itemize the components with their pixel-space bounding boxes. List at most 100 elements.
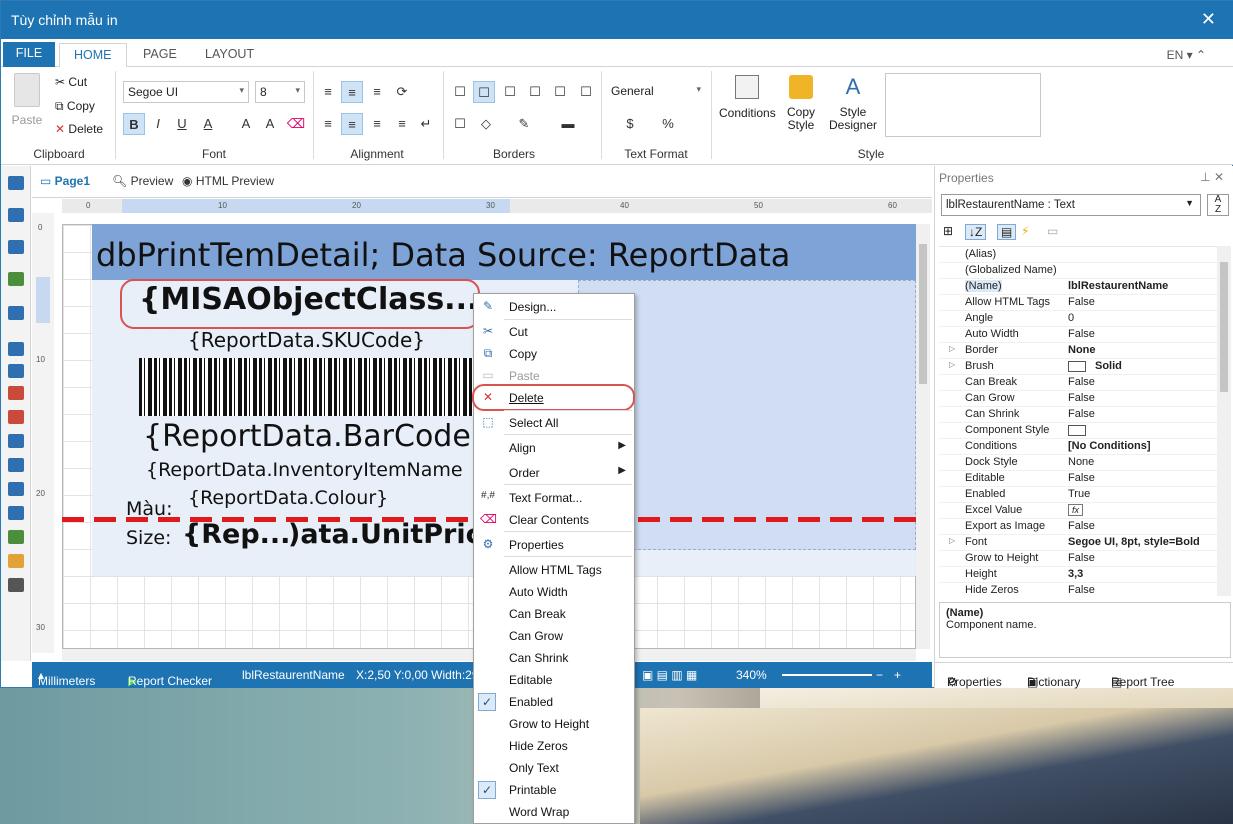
text-box-icon[interactable]: [8, 364, 24, 378]
property-value[interactable]: False: [1068, 408, 1095, 420]
component-select[interactable]: lblRestaurentName : Text ▼: [941, 194, 1201, 216]
property-row[interactable]: Auto Width False: [939, 327, 1217, 343]
font-color-button[interactable]: A: [197, 113, 219, 135]
eraser-icon[interactable]: ⌫: [285, 113, 307, 135]
word-wrap-icon[interactable]: ↵: [415, 113, 437, 135]
italic-button[interactable]: I: [147, 113, 169, 135]
events-icon[interactable]: ⚡: [1021, 224, 1029, 238]
align-center-icon[interactable]: ≡: [341, 113, 363, 135]
menu-item-editable[interactable]: Editable: [474, 669, 634, 691]
font-family-select[interactable]: Segoe UI ▾: [123, 81, 249, 103]
zoom-slider[interactable]: [782, 674, 872, 676]
property-value[interactable]: False: [1068, 376, 1095, 388]
border-all-icon[interactable]: ☐: [449, 81, 471, 103]
chart-icon[interactable]: [8, 554, 24, 568]
menu-item-printable[interactable]: ✓ Printable: [474, 779, 634, 801]
property-value[interactable]: False: [1068, 584, 1095, 596]
border-outside-icon[interactable]: ☐: [473, 81, 495, 103]
property-value[interactable]: False: [1068, 472, 1095, 484]
property-value[interactable]: None: [1068, 456, 1094, 468]
delete-button[interactable]: ✕ Delete: [55, 122, 103, 136]
shrink-font-button[interactable]: A: [259, 113, 281, 135]
property-value[interactable]: False: [1068, 392, 1095, 404]
conditions-button[interactable]: Conditions: [719, 75, 776, 120]
bold-button[interactable]: B: [123, 113, 145, 135]
alphabetical-icon[interactable]: ↓Z: [965, 224, 987, 240]
menu-item-select-all[interactable]: ⬚ Select All: [474, 412, 634, 434]
menu-item-text-format[interactable]: #,# Text Format...: [474, 487, 634, 509]
sub-report-icon[interactable]: [8, 482, 24, 496]
border-color-icon[interactable]: ✎: [513, 113, 535, 135]
border-none-icon[interactable]: ☐: [449, 113, 471, 135]
tab-page1[interactable]: ▭ Page1: [40, 174, 90, 188]
tab-html-preview[interactable]: ◉ HTML Preview: [182, 174, 274, 188]
rich-text-icon[interactable]: [8, 386, 24, 400]
menu-item-hide-zeros[interactable]: Hide Zeros: [474, 735, 634, 757]
property-view-buttons[interactable]: ⊞ ↓Z ▤ ⚡ ▭: [941, 224, 1058, 242]
property-value[interactable]: None: [1068, 344, 1096, 356]
property-row[interactable]: Excel Value fx: [939, 503, 1217, 519]
property-grid-scrollbar[interactable]: [1217, 246, 1231, 596]
align-middle-icon[interactable]: ≡: [341, 81, 363, 103]
vertical-scrollbar[interactable]: [916, 224, 930, 649]
menu-item-auto-width[interactable]: Auto Width: [474, 581, 634, 603]
menu-item-clear-contents[interactable]: ⌫ Clear Contents: [474, 509, 634, 531]
currency-icon[interactable]: $: [619, 113, 641, 135]
property-value[interactable]: lblRestaurentName: [1068, 280, 1168, 292]
function-icon[interactable]: fx: [1068, 504, 1084, 516]
menu-item-enabled[interactable]: ✓ Enabled: [474, 691, 634, 713]
menu-item-properties[interactable]: ⚙ Properties: [474, 534, 634, 556]
copy-style-button[interactable]: Copy Style: [781, 75, 821, 132]
style-designer-button[interactable]: A Style Designer: [827, 75, 879, 132]
band-icon[interactable]: [8, 176, 24, 190]
property-row[interactable]: Component Style: [939, 423, 1217, 439]
property-value[interactable]: False: [1068, 328, 1095, 340]
pin-icon[interactable]: ⊥ ✕: [1200, 170, 1224, 184]
property-row[interactable]: (Globalized Name): [939, 263, 1217, 279]
expand-icon[interactable]: ▷: [949, 360, 955, 369]
unit-price-field-tail[interactable]: )ata.UnitPric: [288, 519, 482, 550]
unit-price-field[interactable]: {Rep...: [182, 519, 290, 550]
menu-item-align[interactable]: Align ▶: [474, 437, 634, 459]
menu-item-word-wrap[interactable]: Word Wrap: [474, 801, 634, 823]
property-row[interactable]: (Alias): [939, 247, 1217, 263]
tab-preview[interactable]: 🔍︎ Preview: [112, 174, 173, 188]
border-left-icon[interactable]: ☐: [524, 81, 546, 103]
rotate-icon[interactable]: ⟳: [391, 81, 413, 103]
align-top-icon[interactable]: ≡: [317, 81, 339, 103]
property-row[interactable]: Conditions [No Conditions]: [939, 439, 1217, 455]
property-value[interactable]: 0: [1068, 312, 1074, 324]
image-field-icon[interactable]: [8, 410, 24, 424]
tab-home[interactable]: HOME: [59, 43, 127, 68]
menu-item-allow-html-tags[interactable]: Allow HTML Tags: [474, 559, 634, 581]
property-pages-icon[interactable]: ▭: [1047, 224, 1058, 238]
cut-button[interactable]: ✂ Cut: [55, 75, 87, 89]
grow-font-button[interactable]: A: [235, 113, 257, 135]
property-row[interactable]: Allow HTML Tags False: [939, 295, 1217, 311]
item-name-field[interactable]: {ReportData.InventoryItemName: [146, 459, 463, 481]
menu-item-grow-to-height[interactable]: Grow to Height: [474, 713, 634, 735]
property-value[interactable]: False: [1068, 520, 1095, 532]
fill-color-icon[interactable]: ◇: [475, 113, 497, 135]
menu-item-can-break[interactable]: Can Break: [474, 603, 634, 625]
property-value[interactable]: [No Conditions]: [1068, 440, 1150, 452]
property-row[interactable]: Can Grow False: [939, 391, 1217, 407]
border-right-icon[interactable]: ☐: [575, 81, 597, 103]
align-bottom-icon[interactable]: ≡: [366, 81, 388, 103]
tools-icon[interactable]: [8, 578, 24, 592]
property-row[interactable]: Hide Zeros False: [939, 583, 1217, 596]
paste-button[interactable]: Paste: [11, 73, 43, 127]
justify-icon[interactable]: ≡: [391, 113, 413, 135]
style-gallery[interactable]: [885, 73, 1041, 137]
property-row[interactable]: Enabled True: [939, 487, 1217, 503]
categorized-icon[interactable]: ⊞: [943, 224, 953, 238]
format-icon[interactable]: %: [657, 113, 679, 135]
panel-icon[interactable]: [8, 434, 24, 448]
shapes-icon[interactable]: [8, 306, 24, 320]
property-row[interactable]: Angle 0: [939, 311, 1217, 327]
property-row[interactable]: Export as Image False: [939, 519, 1217, 535]
font-size-select[interactable]: 8 ▾: [255, 81, 305, 103]
tab-file[interactable]: FILE: [3, 42, 55, 67]
menu-item-order[interactable]: Order ▶: [474, 462, 634, 484]
scrollbar-thumb[interactable]: [1220, 262, 1228, 392]
